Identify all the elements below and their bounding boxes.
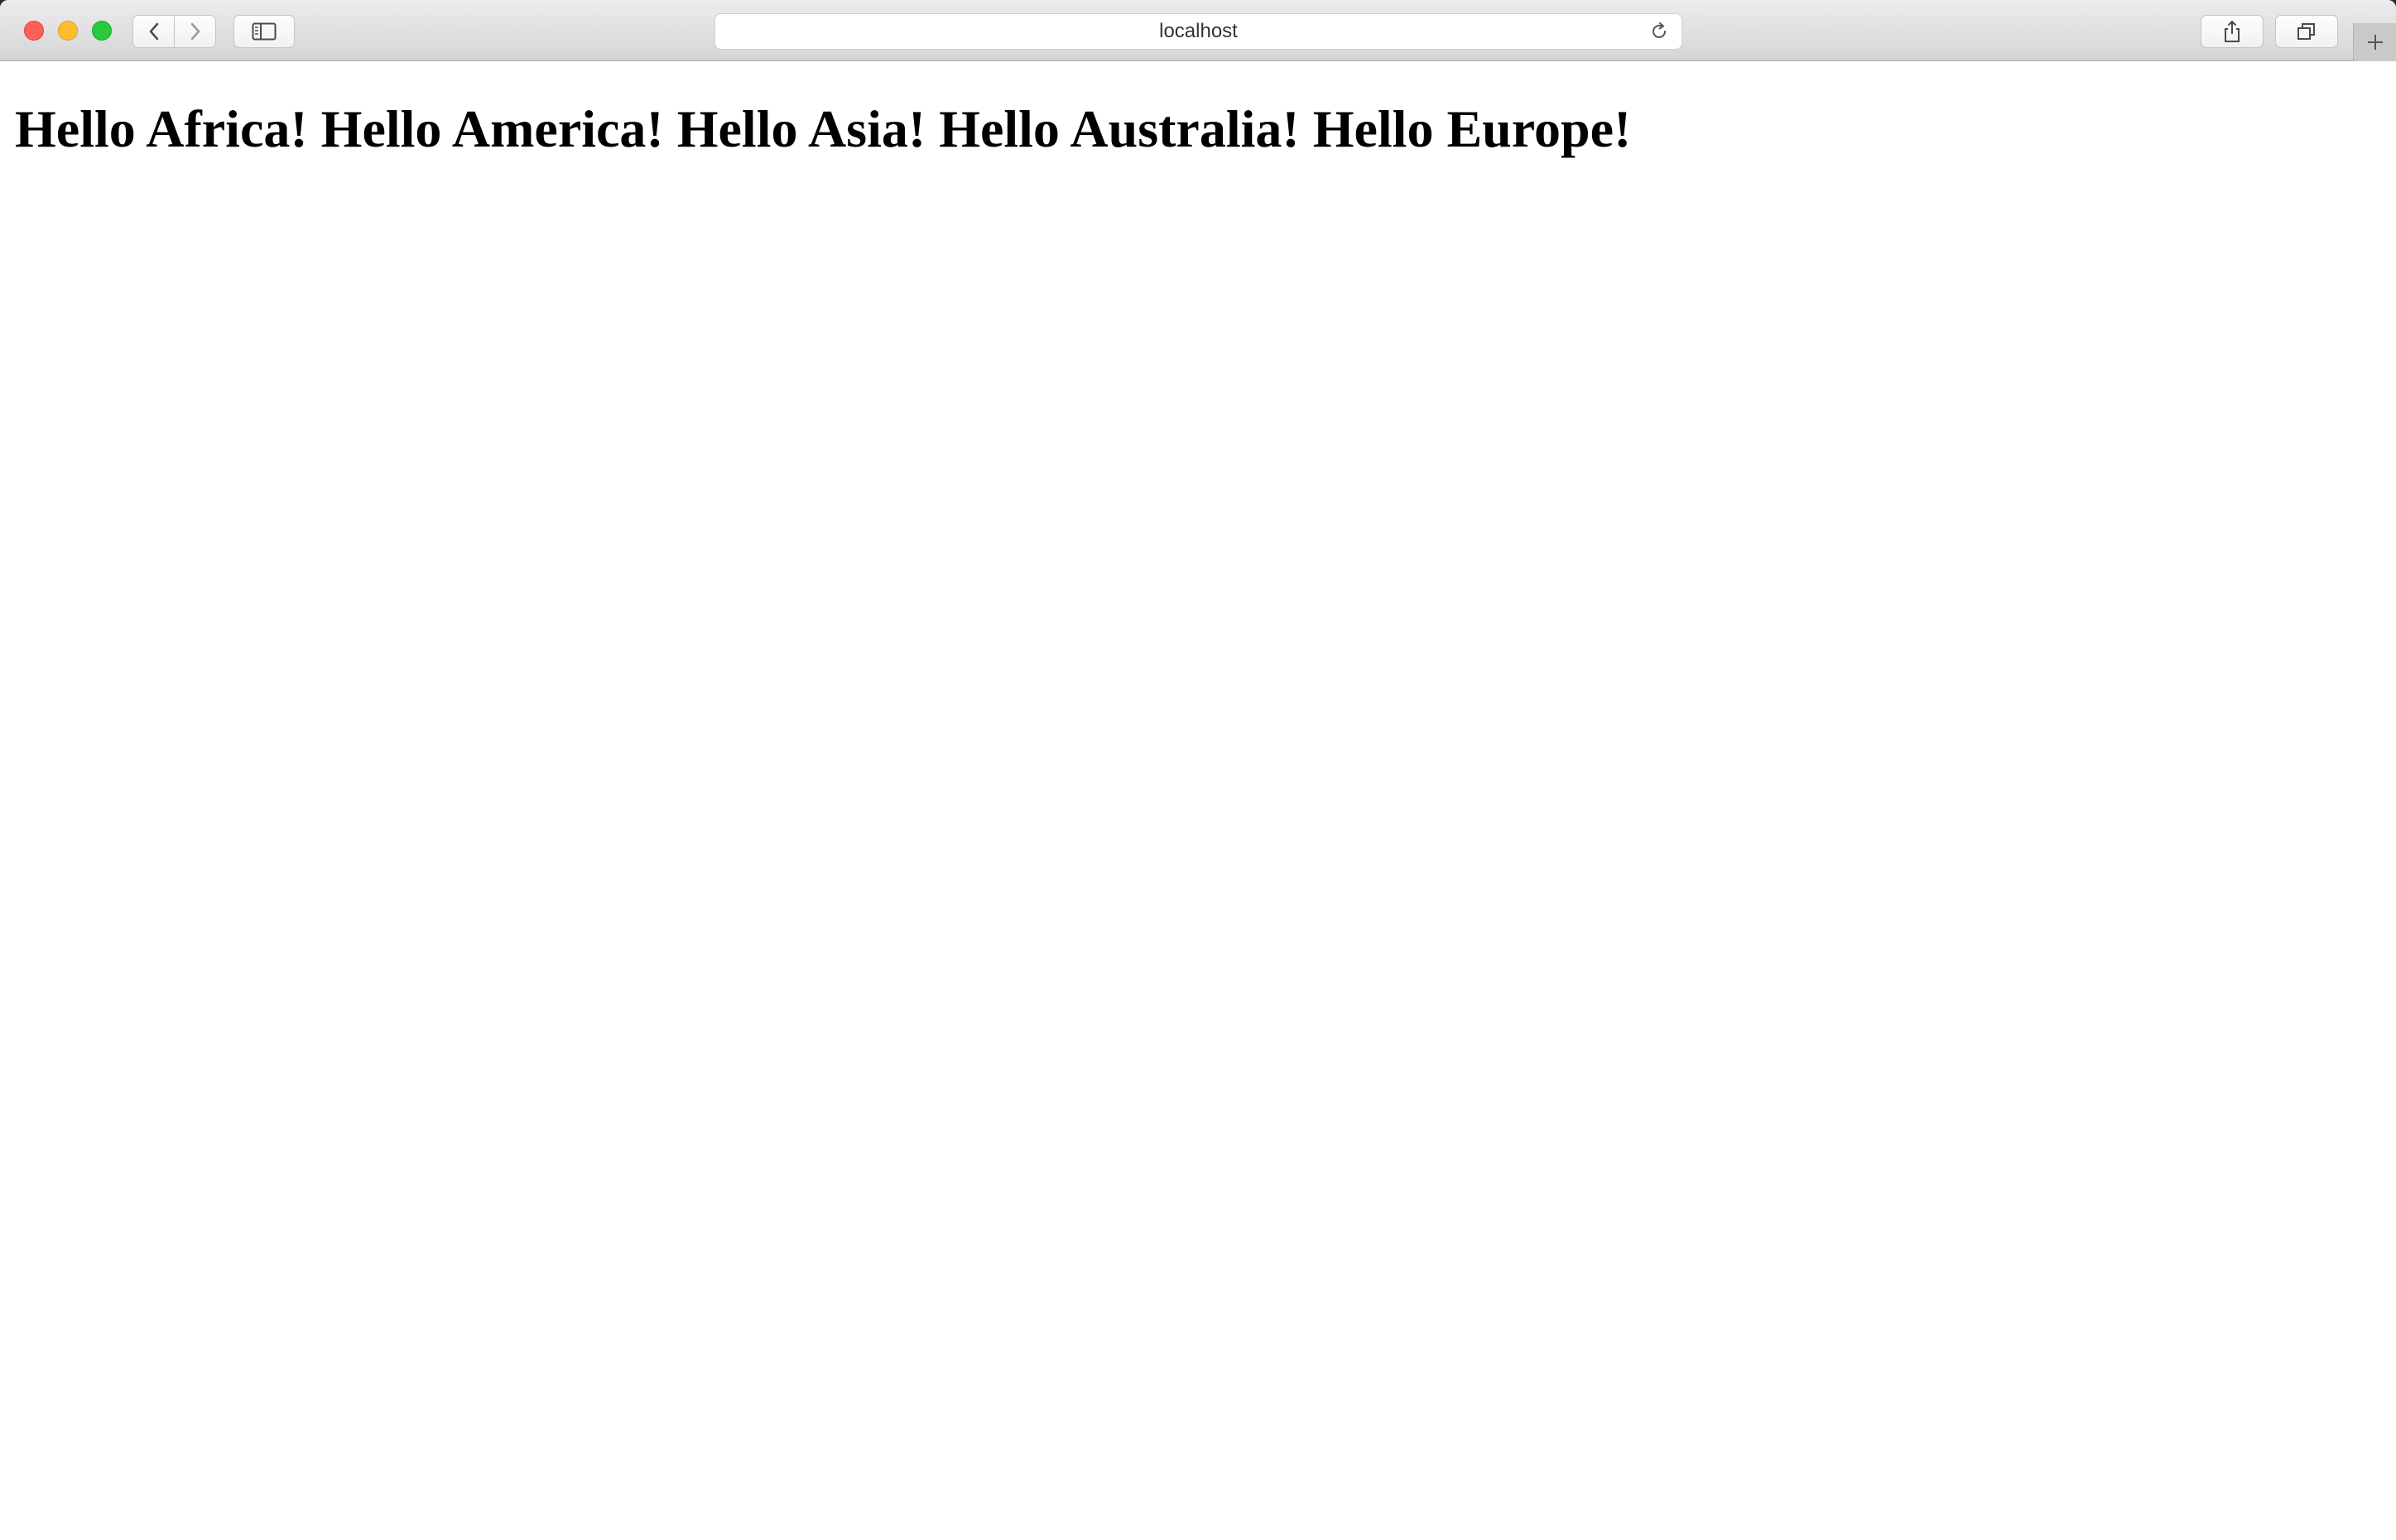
maximize-window-button[interactable]	[92, 21, 112, 41]
browser-window: localhost Hello Africa! Hello America! H…	[0, 0, 2396, 1540]
chevron-right-icon	[190, 22, 200, 41]
back-button[interactable]	[133, 16, 174, 47]
close-window-button[interactable]	[24, 21, 44, 41]
page-heading: Hello Africa! Hello America! Hello Asia!…	[15, 99, 1632, 158]
tabs-overview-icon	[2297, 23, 2315, 40]
reload-button[interactable]	[1648, 21, 1670, 42]
url-text: localhost	[1159, 20, 1238, 42]
chevron-left-icon	[149, 22, 158, 41]
sidebar-icon	[252, 22, 277, 41]
plus-icon	[2368, 35, 2383, 50]
reload-icon	[1653, 22, 1666, 38]
sidebar-toggle-button[interactable]	[233, 15, 295, 48]
minimize-window-button[interactable]	[58, 21, 78, 41]
new-tab-button[interactable]	[2353, 23, 2396, 61]
browser-toolbar: localhost	[0, 0, 2396, 61]
web-page-content: Hello Africa! Hello America! Hello Asia!…	[0, 61, 2396, 1540]
navigation-buttons	[132, 15, 216, 48]
share-button[interactable]	[2201, 15, 2264, 48]
address-bar[interactable]: localhost	[714, 13, 1682, 50]
tab-overview-button[interactable]	[2275, 15, 2338, 48]
forward-button[interactable]	[174, 16, 215, 47]
share-icon	[2225, 21, 2240, 42]
